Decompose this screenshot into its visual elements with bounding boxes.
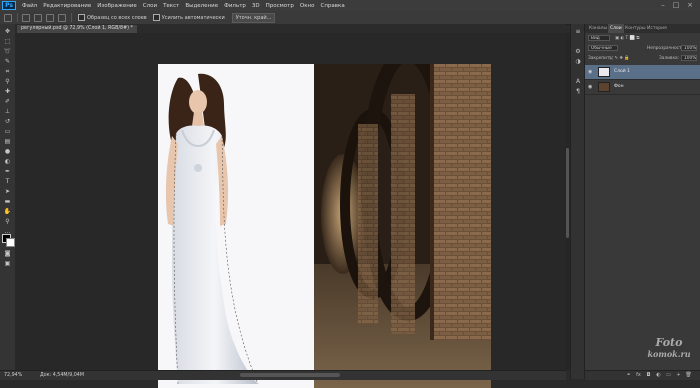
menu-filter[interactable]: Фильтр [224,3,246,9]
shape-tool-icon[interactable]: ▬ [3,198,12,205]
link-layers-icon[interactable]: ⚭ [625,372,632,379]
add-to-selection-icon[interactable] [34,13,42,22]
menu-type[interactable]: Текст [163,3,179,9]
layer-filter-select[interactable]: Вид [588,35,610,41]
menu-3d[interactable]: 3D [252,3,260,9]
document-tab-bar: регулярный.psd @ 72,9% (Слой 1, RGB/8#) … [15,24,566,33]
menu-help[interactable]: Справка [320,3,344,9]
document-tab-title: регулярный.psd @ 72,9% (Слой 1, RGB/8#) … [21,26,133,31]
eyedropper-tool-icon[interactable]: ⚲ [3,78,12,85]
path-selection-tool-icon[interactable]: ➤ [3,188,12,195]
auto-enhance-label: Усилить автоматически [161,14,225,21]
menu-window[interactable]: Окно [300,3,315,9]
gradient-tool-icon[interactable]: ▤ [3,138,12,145]
adjustments-panel-icon[interactable]: ◑ [574,58,582,65]
hand-tool-icon[interactable]: ✋ [3,208,12,215]
marquee-tool-icon[interactable]: ⬚ [3,38,12,45]
minimize-button[interactable]: – [658,1,668,9]
document-canvas[interactable] [158,64,491,388]
lasso-tool-icon[interactable]: ➰ [3,48,12,55]
menu-image[interactable]: Изображение [97,3,137,9]
eraser-tool-icon[interactable]: ▭ [3,128,12,135]
history-brush-tool-icon[interactable]: ↺ [3,118,12,125]
tab-channels[interactable]: Каналы [587,24,609,33]
tab-paths[interactable]: Контуры [623,24,648,33]
layer-row-selected[interactable]: ◉ Слой 1 [585,65,700,80]
opacity-input[interactable]: 100% [681,45,697,51]
lock-row: Закрепить: ⬚ ✎ ✥ 🔒 Заливка: 100% [585,54,700,63]
subtract-from-selection-icon[interactable] [46,13,54,22]
layer-filter-row: Вид ▣ ◐ T ⬜ ⧉ [585,34,700,43]
watermark-line-1: Foto [655,336,683,349]
sample-all-layers-checkbox[interactable] [78,14,85,21]
layer-name: Фон [614,84,624,89]
menu-layers[interactable]: Слои [143,3,157,9]
tab-history[interactable]: История [645,24,669,33]
horizontal-scrollbar-thumb[interactable] [240,373,340,377]
refine-edge-button[interactable]: Уточн. край... [231,12,276,23]
sample-all-layers-label: Образец со всех слоев [87,14,147,21]
properties-panel-icon[interactable]: ⚙ [574,48,582,55]
clone-stamp-tool-icon[interactable]: ⊥ [3,108,12,115]
options-bar: Образец со всех слоев Усилить автоматиче… [0,11,700,25]
move-tool-icon[interactable]: ✥ [3,28,12,35]
pen-tool-icon[interactable]: ✒ [3,168,12,175]
paragraph-panel-icon[interactable]: ¶ [574,88,582,95]
quick-selection-tool-icon[interactable]: ✎ [3,58,12,65]
background-color-swatch[interactable] [6,238,15,247]
document-tab[interactable]: регулярный.psd @ 72,9% (Слой 1, RGB/8#) … [17,25,137,33]
separator [17,13,18,22]
fill-input[interactable]: 100% [681,55,697,61]
fill-label: Заливка: [659,56,680,61]
quick-selection-tool-icon[interactable] [4,13,12,22]
brush-size-icon[interactable] [58,13,66,22]
panel-tab-bar: Каналы Слои Контуры История [585,24,700,33]
tools-panel: ✥ ⬚ ➰ ✎ ⌗ ⚲ ✚ ✐ ⊥ ↺ ▭ ▤ ● ◐ ✒ T ➤ ▬ ✋ ⚲ … [0,24,16,379]
layer-thumbnail [598,67,610,77]
opacity-label: Непрозрачность: [647,46,686,51]
vertical-scrollbar-thumb[interactable] [566,148,569,238]
auto-enhance-checkbox[interactable] [152,14,160,21]
lock-icons[interactable]: ⬚ ✎ ✥ 🔒 [609,55,630,62]
layer-thumbnail [598,82,610,92]
type-tool-icon[interactable]: T [3,178,12,185]
menu-view[interactable]: Просмотр [266,3,294,9]
photoshop-logo: Ps [2,1,16,10]
canvas-image [158,64,491,388]
menu-file[interactable]: Файл [22,3,37,9]
menu-edit[interactable]: Редактирование [43,3,91,9]
layer-name: Слой 1 [614,69,630,74]
history-panel-icon[interactable]: ≡ [574,28,582,35]
layer-row[interactable]: ◉ Фон [585,80,700,95]
brush-tool-icon[interactable]: ✐ [3,98,12,105]
menu-select[interactable]: Выделение [185,3,218,9]
character-panel-icon[interactable]: A [574,78,582,85]
separator [71,13,72,22]
zoom-tool-icon[interactable]: ⚲ [3,218,12,225]
quick-mask-icon[interactable]: ◙ [3,250,12,257]
screen-mode-icon[interactable]: ▣ [3,260,12,267]
maximize-button[interactable]: □ [671,1,681,9]
healing-brush-tool-icon[interactable]: ✚ [3,88,12,95]
collapsed-panels-strip: ≡ ⚙ ◑ A ¶ [570,24,585,379]
blend-mode-select[interactable]: Обычные [588,45,618,51]
blur-tool-icon[interactable]: ● [3,148,12,155]
tab-layers[interactable]: Слои [608,24,624,33]
filter-icons[interactable]: ▣ ◐ T ⬜ ⧉ [615,35,639,42]
menu-bar: Ps Файл Редактирование Изображение Слои … [0,0,700,11]
layers-panel: Каналы Слои Контуры История Вид ▣ ◐ T ⬜ … [584,24,700,380]
document-size: Док: 4,54M/9,04M [40,373,84,378]
dodge-tool-icon[interactable]: ◐ [3,158,12,165]
canvas-workspace[interactable] [15,33,566,388]
visibility-eye-icon[interactable]: ◉ [588,69,594,75]
watermark: Foto komok.ru [640,336,698,374]
crop-tool-icon[interactable]: ⌗ [3,68,12,75]
watermark-line-2: komok.ru [647,349,691,359]
new-selection-icon[interactable] [22,13,30,22]
close-button[interactable]: × [685,1,695,9]
zoom-level[interactable]: 72,94% [4,372,22,379]
visibility-eye-icon[interactable]: ◉ [588,84,594,90]
blend-row: Обычные Непрозрачность: 100% [585,44,700,53]
